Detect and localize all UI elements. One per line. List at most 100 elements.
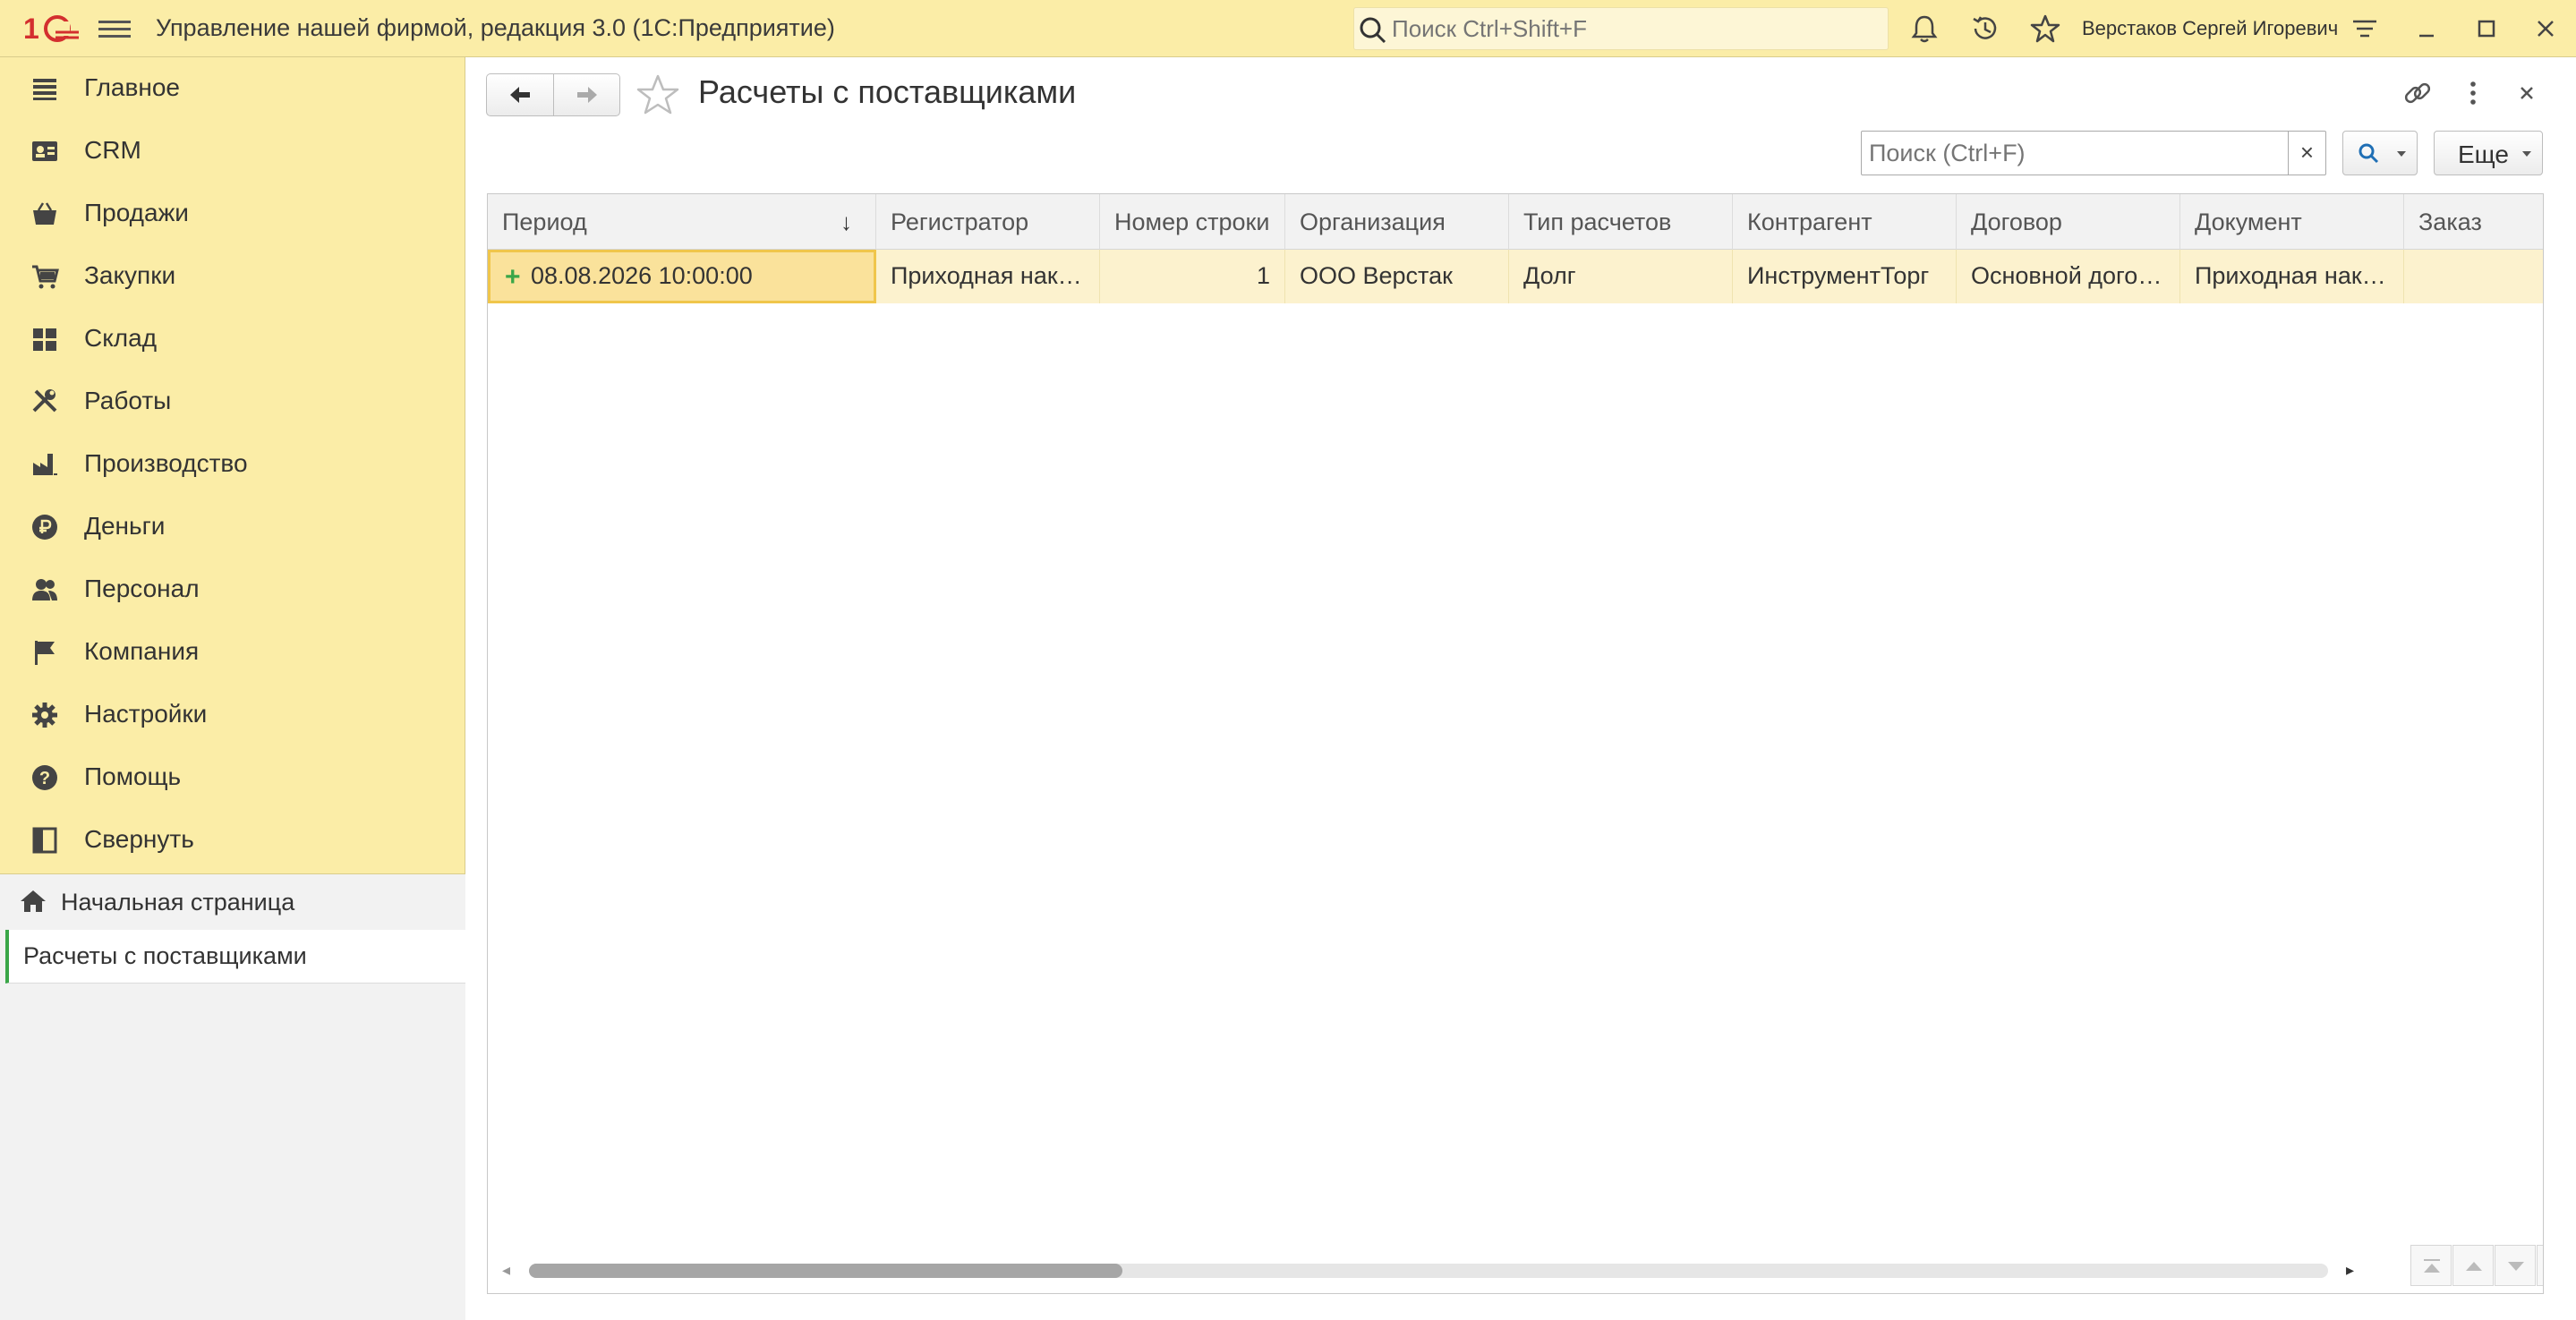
column-header-contract[interactable]: Договор bbox=[1957, 194, 2180, 250]
sidebar-item-works[interactable]: Работы bbox=[0, 370, 465, 433]
more-vertical-icon[interactable] bbox=[2455, 75, 2491, 111]
cart-icon bbox=[32, 265, 59, 289]
sidebar-item-label: Свернуть bbox=[84, 825, 194, 853]
home-icon bbox=[21, 890, 46, 912]
page-title: Расчеты с поставщиками bbox=[698, 73, 1077, 110]
navigation-buttons bbox=[486, 73, 620, 116]
form-area: Расчеты с поставщиками × Еще Период ↓ bbox=[466, 57, 2576, 1320]
cell-organization[interactable]: ООО Верстак bbox=[1285, 250, 1509, 303]
chevron-up-icon bbox=[2466, 1262, 2482, 1271]
open-window-label: Расчеты с поставщиками bbox=[23, 942, 307, 969]
column-header-order[interactable]: Заказ bbox=[2404, 194, 2543, 250]
star-icon[interactable] bbox=[2029, 13, 2061, 45]
close-window-icon[interactable] bbox=[2529, 13, 2562, 45]
sidebar-item-settings[interactable]: Настройки bbox=[0, 684, 465, 746]
tools-icon bbox=[32, 389, 57, 413]
sidebar-item-label: Помощь bbox=[84, 762, 182, 790]
sidebar-item-label: Склад bbox=[84, 324, 158, 352]
table-header: Период ↓ Регистратор Номер строки Органи… bbox=[488, 194, 2543, 250]
gear-icon bbox=[32, 703, 57, 728]
scroll-up-button[interactable] bbox=[2452, 1245, 2494, 1286]
settlements-table[interactable]: Период ↓ Регистратор Номер строки Органи… bbox=[487, 193, 2544, 1294]
settings-menu-icon[interactable] bbox=[2349, 13, 2381, 45]
close-form-icon[interactable] bbox=[2509, 75, 2545, 111]
chevron-down-icon bbox=[2522, 151, 2531, 157]
table-row[interactable]: + 08.08.2026 10:00:00 Приходная нак… 1 О… bbox=[488, 250, 2543, 303]
list-icon bbox=[33, 79, 56, 100]
global-search-input[interactable] bbox=[1390, 12, 1873, 46]
cell-document[interactable]: Приходная нак… bbox=[2180, 250, 2404, 303]
scrollbar-thumb[interactable] bbox=[529, 1264, 1122, 1278]
cell-settlement-type[interactable]: Долг bbox=[1509, 250, 1733, 303]
home-page-label: Начальная страница bbox=[61, 889, 295, 915]
maximize-icon[interactable] bbox=[2470, 13, 2503, 45]
cell-order[interactable] bbox=[2404, 250, 2543, 303]
forward-button[interactable] bbox=[554, 74, 620, 115]
sidebar-item-label: Главное bbox=[84, 73, 180, 101]
sidebar-item-money[interactable]: Деньги bbox=[0, 496, 465, 558]
people-icon bbox=[32, 579, 57, 600]
sidebar-item-label: Персонал bbox=[84, 575, 200, 602]
sidebar-item-main[interactable]: Главное bbox=[0, 57, 465, 120]
more-button[interactable]: Еще bbox=[2434, 131, 2543, 175]
factory-icon bbox=[33, 454, 57, 475]
search-button[interactable] bbox=[2342, 131, 2418, 175]
sidebar-item-company[interactable]: Компания bbox=[0, 621, 465, 684]
sidebar-item-label: Закупки bbox=[84, 261, 176, 289]
global-search[interactable] bbox=[1353, 7, 1889, 50]
cell-counterparty[interactable]: ИнструментТорг bbox=[1733, 250, 1957, 303]
scroll-bottom-icon bbox=[2538, 1246, 2544, 1286]
plus-icon: + bbox=[505, 262, 521, 292]
sidebar-item-production[interactable]: Производство bbox=[0, 433, 465, 496]
sidebar-item-personnel[interactable]: Персонал bbox=[0, 558, 465, 621]
column-header-period[interactable]: Период ↓ bbox=[488, 194, 876, 250]
title-bar: 1 Управление нашей фирмой, редакция 3.0 … bbox=[0, 0, 2576, 57]
column-header-line-number[interactable]: Номер строки bbox=[1100, 194, 1285, 250]
cell-registrator[interactable]: Приходная нак… bbox=[876, 250, 1100, 303]
1c-logo-icon[interactable]: 1 bbox=[23, 13, 81, 45]
scroll-left-icon[interactable]: ◂ bbox=[502, 1261, 510, 1280]
main-menu-icon[interactable] bbox=[98, 16, 131, 41]
open-window-item[interactable]: Расчеты с поставщиками bbox=[5, 930, 465, 984]
sidebar-item-label: CRM bbox=[84, 136, 141, 164]
sidebar-item-collapse[interactable]: Свернуть bbox=[0, 809, 465, 872]
app-title: Управление нашей фирмой, редакция 3.0 (1… bbox=[156, 14, 835, 41]
horizontal-scrollbar[interactable]: ◂ ▸ bbox=[502, 1259, 2373, 1282]
list-search-input[interactable] bbox=[1867, 135, 2270, 171]
cell-contract[interactable]: Основной дого… bbox=[1957, 250, 2180, 303]
sidebar-item-warehouse[interactable]: Склад bbox=[0, 308, 465, 370]
scroll-right-icon[interactable]: ▸ bbox=[2346, 1261, 2354, 1280]
user-name[interactable]: Верстаков Сергей Игоревич bbox=[2082, 17, 2338, 40]
basket-icon bbox=[33, 202, 56, 225]
ruble-icon bbox=[32, 515, 57, 540]
sidebar-item-purchases[interactable]: Закупки bbox=[0, 245, 465, 308]
column-header-organization[interactable]: Организация bbox=[1285, 194, 1509, 250]
favorite-star-icon[interactable] bbox=[635, 72, 681, 118]
sections-panel: Главное CRM Продажи Закупки Склад Работы… bbox=[0, 57, 465, 1320]
scroll-to-bottom-button[interactable] bbox=[2537, 1245, 2544, 1286]
clear-search-button[interactable]: × bbox=[2288, 132, 2325, 175]
back-button[interactable] bbox=[487, 74, 553, 115]
scroll-to-top-button[interactable] bbox=[2410, 1245, 2452, 1286]
column-header-settlement-type[interactable]: Тип расчетов bbox=[1509, 194, 1733, 250]
scroll-down-button[interactable] bbox=[2495, 1245, 2536, 1286]
sidebar-item-crm[interactable]: CRM bbox=[0, 120, 465, 183]
sidebar-item-label: Деньги bbox=[84, 512, 166, 540]
link-icon[interactable] bbox=[2400, 75, 2435, 111]
flag-icon bbox=[35, 641, 55, 665]
column-header-counterparty[interactable]: Контрагент bbox=[1733, 194, 1957, 250]
cell-line-number[interactable]: 1 bbox=[1100, 250, 1285, 303]
sidebar-item-sales[interactable]: Продажи bbox=[0, 183, 465, 245]
warehouse-grid-icon bbox=[33, 328, 56, 351]
minimize-icon[interactable] bbox=[2410, 13, 2443, 45]
cell-period[interactable]: + 08.08.2026 10:00:00 bbox=[488, 250, 876, 303]
column-header-document[interactable]: Документ bbox=[2180, 194, 2404, 250]
bell-icon[interactable] bbox=[1908, 13, 1941, 45]
sidebar-item-help[interactable]: ? Помощь bbox=[0, 746, 465, 809]
arrow-left-icon bbox=[510, 87, 530, 103]
scroll-top-icon bbox=[2424, 1259, 2440, 1273]
column-header-registrator[interactable]: Регистратор bbox=[876, 194, 1100, 250]
home-page-link[interactable]: Начальная страница bbox=[0, 874, 465, 930]
sidebar-item-label: Работы bbox=[84, 387, 172, 414]
history-icon[interactable] bbox=[1969, 13, 2001, 45]
